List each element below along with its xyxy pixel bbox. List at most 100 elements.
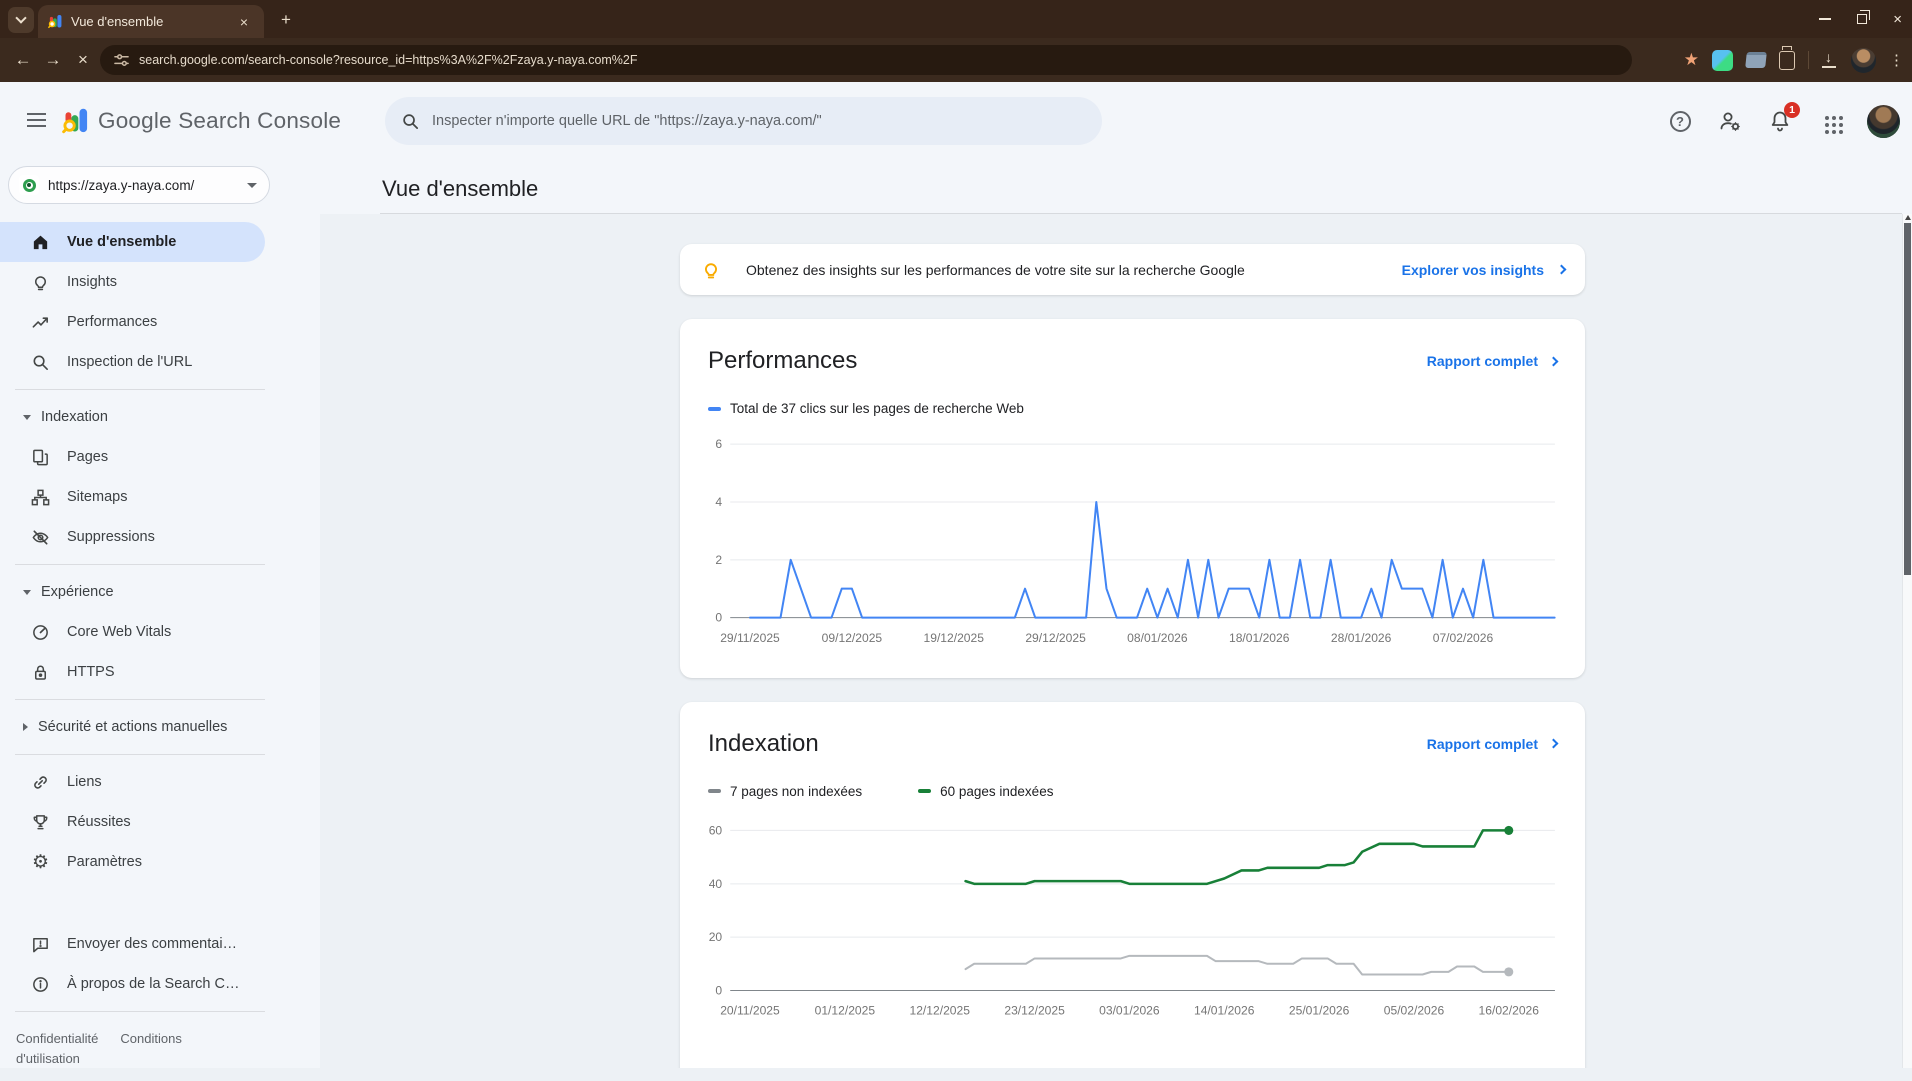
sidebar-section-security[interactable]: Sécurité et actions manuelles — [0, 707, 320, 747]
product-title: Google Search Console — [98, 108, 341, 134]
search-console-logo[interactable] — [62, 107, 90, 140]
browser-tab-active[interactable]: Vue d'ensemble × — [38, 5, 264, 38]
tab-close-icon[interactable]: × — [234, 12, 254, 32]
sidebar-item-overview[interactable]: Vue d'ensemble — [0, 222, 265, 262]
property-selector[interactable]: https://zaya.y-naya.com/ — [8, 166, 270, 204]
extensions-menu-icon[interactable] — [1779, 51, 1795, 70]
site-settings-icon[interactable] — [114, 53, 129, 68]
indexation-chart-wrap: 020406020/11/202501/12/202512/12/202523/… — [704, 805, 1561, 1037]
insights-banner-text: Obtenez des insights sur les performance… — [746, 262, 1378, 278]
performances-chart[interactable]: 024629/11/202509/12/202519/12/202529/12/… — [704, 422, 1561, 664]
svg-text:60: 60 — [709, 823, 723, 837]
google-apps-button[interactable] — [1817, 108, 1843, 134]
svg-text:01/12/2025: 01/12/2025 — [815, 1004, 876, 1018]
extension-icon-1[interactable] — [1712, 50, 1733, 71]
back-button[interactable]: ← — [8, 50, 38, 70]
svg-text:08/01/2026: 08/01/2026 — [1127, 631, 1188, 645]
indexation-title: Indexation — [708, 730, 819, 758]
sidebar-item-url-inspection[interactable]: Inspection de l'URL — [0, 342, 320, 382]
notifications-button[interactable]: 1 — [1767, 108, 1793, 134]
sidebar-item-label: Paramètres — [67, 854, 142, 870]
hamburger-menu-icon[interactable] — [27, 113, 46, 115]
svg-text:40: 40 — [709, 877, 723, 891]
search-input[interactable] — [432, 113, 1086, 129]
stop-loading-button[interactable]: × — [68, 50, 98, 70]
sidebar-section-label: Expérience — [41, 584, 114, 600]
chevron-right-icon — [1557, 265, 1567, 275]
sidebar-item-settings[interactable]: ⚙ Paramètres — [0, 842, 320, 882]
url-text[interactable]: search.google.com/search-console?resourc… — [139, 53, 638, 67]
sidebar-item-label: Vue d'ensemble — [67, 234, 176, 250]
sidebar-section-indexation[interactable]: Indexation — [0, 397, 320, 437]
sidebar-item-label: Réussites — [67, 814, 131, 830]
vertical-scrollbar[interactable] — [1902, 214, 1912, 1068]
scroll-up-arrow-icon[interactable] — [1905, 215, 1911, 220]
svg-text:4: 4 — [715, 495, 722, 509]
search-console-favicon — [48, 14, 63, 29]
svg-text:14/01/2026: 14/01/2026 — [1194, 1004, 1255, 1018]
window-close-button[interactable]: × — [1893, 11, 1902, 28]
downloads-icon[interactable] — [1822, 52, 1838, 68]
svg-text:6: 6 — [715, 437, 722, 451]
new-tab-button[interactable]: + — [276, 10, 296, 30]
sidebar-section-experience[interactable]: Expérience — [0, 572, 320, 612]
sidebar-item-about[interactable]: À propos de la Search C… — [0, 964, 320, 1004]
svg-text:18/01/2026: 18/01/2026 — [1229, 631, 1290, 645]
help-button[interactable]: ? — [1667, 108, 1693, 134]
main-content: Vue d'ensemble Obtenez des insights sur … — [320, 160, 1912, 1068]
tab-search-chevron-button[interactable] — [8, 7, 34, 33]
browser-profile-avatar[interactable] — [1851, 48, 1876, 73]
svg-text:0: 0 — [715, 611, 722, 625]
privacy-link[interactable]: Confidentialité — [16, 1031, 98, 1046]
bookmark-star-icon[interactable]: ★ — [1684, 50, 1699, 70]
url-bar[interactable]: search.google.com/search-console?resourc… — [100, 45, 1632, 75]
sidebar-item-insights[interactable]: Insights — [0, 262, 320, 302]
svg-text:19/12/2025: 19/12/2025 — [924, 631, 985, 645]
sidebar-section-label: Indexation — [41, 409, 108, 425]
sidebar-item-links[interactable]: Liens — [0, 762, 320, 802]
performances-title: Performances — [708, 347, 857, 375]
account-avatar[interactable] — [1867, 105, 1900, 138]
forward-button[interactable]: → — [38, 50, 68, 70]
indexation-chart[interactable]: 020406020/11/202501/12/202512/12/202523/… — [704, 805, 1561, 1037]
site-favicon — [19, 175, 39, 195]
scrollbar-thumb[interactable] — [1904, 223, 1911, 575]
chevron-down-icon — [15, 12, 26, 23]
extension-icon-2[interactable] — [1745, 52, 1767, 68]
sidebar-item-removals[interactable]: Suppressions — [0, 517, 320, 557]
svg-text:20: 20 — [709, 930, 723, 944]
svg-text:29/12/2025: 29/12/2025 — [1025, 631, 1086, 645]
sidebar-item-feedback[interactable]: Envoyer des commentai… — [0, 924, 320, 964]
sidebar-item-sitemaps[interactable]: Sitemaps — [0, 477, 320, 517]
insights-banner: Obtenez des insights sur les performance… — [680, 244, 1585, 295]
browser-menu-icon[interactable]: ⋮ — [1889, 51, 1904, 69]
help-icon: ? — [1670, 111, 1691, 132]
user-settings-button[interactable] — [1717, 108, 1743, 134]
sidebar-item-label: À propos de la Search C… — [67, 976, 239, 992]
explore-insights-link[interactable]: Explorer vos insights — [1402, 262, 1565, 278]
url-inspection-searchbox[interactable] — [385, 97, 1102, 145]
svg-text:20/11/2025: 20/11/2025 — [720, 1004, 780, 1018]
window-restore-button[interactable] — [1857, 14, 1867, 24]
gear-icon: ⚙ — [30, 852, 51, 873]
sidebar-item-https[interactable]: HTTPS — [0, 652, 320, 692]
window-minimize-button[interactable] — [1819, 18, 1831, 20]
sidebar-section-label: Sécurité et actions manuelles — [38, 719, 227, 735]
chevron-right-icon — [1549, 356, 1559, 366]
product-title-google: Google — [98, 108, 172, 133]
performances-full-report-link[interactable]: Rapport complet — [1427, 353, 1557, 369]
svg-text:07/02/2026: 07/02/2026 — [1433, 631, 1494, 645]
sidebar-item-achievements[interactable]: Réussites — [0, 802, 320, 842]
search-icon — [30, 352, 51, 373]
sidebar-item-performances[interactable]: Performances — [0, 302, 320, 342]
sidebar-item-pages[interactable]: Pages — [0, 437, 320, 477]
sidebar-item-core-web-vitals[interactable]: Core Web Vitals — [0, 612, 320, 652]
page-title: Vue d'ensemble — [382, 176, 538, 202]
app-header: Google Search Console ? 1 — [0, 82, 1912, 160]
svg-text:05/02/2026: 05/02/2026 — [1384, 1004, 1445, 1018]
indexation-full-report-link[interactable]: Rapport complet — [1427, 736, 1557, 752]
speedometer-icon — [30, 622, 51, 643]
svg-text:0: 0 — [715, 984, 722, 998]
sidebar-item-label: Pages — [67, 449, 108, 465]
sidebar-item-label: HTTPS — [67, 664, 115, 680]
